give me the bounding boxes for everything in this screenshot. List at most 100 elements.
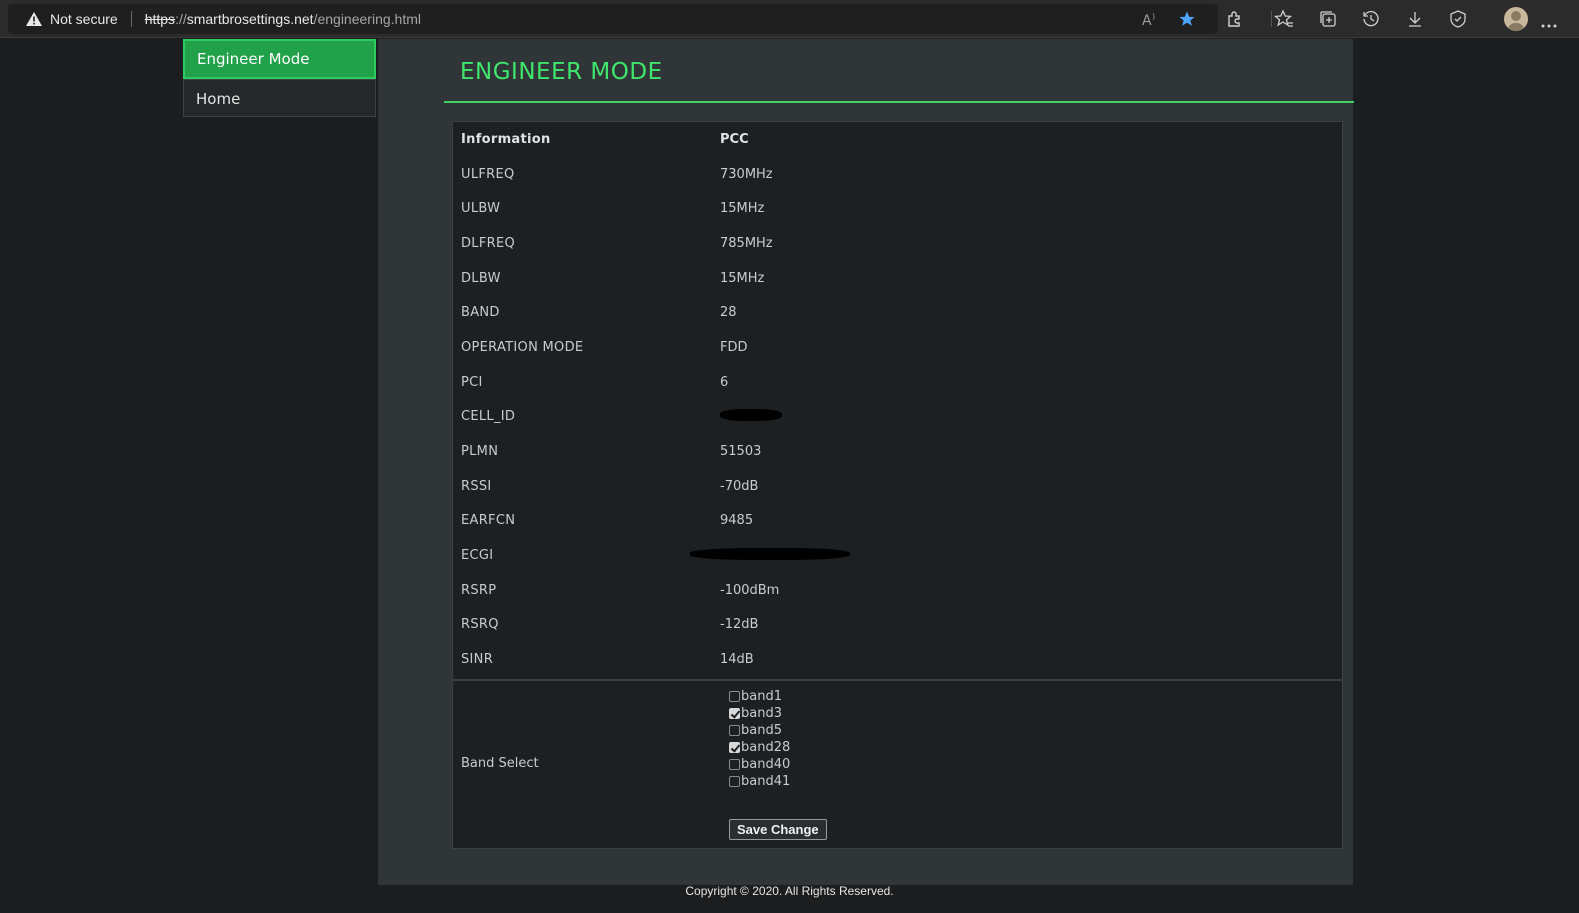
svg-text:): ): [1152, 12, 1155, 21]
url-path: /engineering.html: [313, 11, 421, 27]
band-section-divider: [453, 679, 1342, 681]
header-information: Information: [461, 131, 551, 147]
table-row: CELL_ID: [453, 400, 1342, 435]
url-separator: ://: [175, 11, 187, 27]
table-row: RSSI -70dB: [453, 469, 1342, 504]
band41-checkbox[interactable]: [729, 776, 740, 787]
band-option[interactable]: band1: [729, 688, 790, 705]
engineering-panel: Information PCC ULFREQ 730MHz ULBW 15MHz D…: [452, 121, 1343, 849]
table-header-row: Information PCC: [453, 122, 1342, 157]
band3-checkbox[interactable]: [729, 708, 740, 719]
table-row: RSRP -100dBm: [453, 573, 1342, 608]
info-table: Information PCC ULFREQ 730MHz ULBW 15MHz D…: [453, 122, 1342, 677]
table-row: DLBW 15MHz: [453, 261, 1342, 296]
row-key: SINR: [461, 652, 494, 668]
row-value: 785MHz: [720, 235, 773, 251]
sidebar-item-engineer-mode[interactable]: Engineer Mode: [183, 39, 376, 79]
row-value-redacted: [690, 538, 1342, 573]
row-key: DLFREQ: [461, 235, 516, 251]
row-key: ECGI: [461, 548, 494, 564]
redaction-mark: [690, 547, 850, 560]
row-value: 15MHz: [720, 201, 765, 217]
row-key: CELL_ID: [461, 409, 516, 425]
browser-essentials-icon[interactable]: [1448, 9, 1468, 29]
band40-checkbox[interactable]: [729, 759, 740, 770]
row-value: 28: [720, 305, 737, 321]
row-key: PCI: [461, 374, 483, 390]
row-key: ULBW: [461, 201, 501, 217]
band1-checkbox[interactable]: [729, 691, 740, 702]
downloads-icon[interactable]: [1405, 9, 1425, 29]
url-host: smartbrosettings.net: [186, 11, 314, 27]
url-divider: [130, 11, 132, 27]
row-key: RSRQ: [461, 617, 499, 633]
band-checkbox-list: band1 band3 band5 band28 band40 band41: [729, 688, 790, 790]
row-value: 51503: [720, 444, 762, 460]
band28-checkbox[interactable]: [729, 742, 740, 753]
toolbar-divider: [1271, 11, 1272, 27]
band-option[interactable]: band5: [729, 722, 790, 739]
extensions-icon[interactable]: [1225, 9, 1245, 29]
row-key: EARFCN: [461, 513, 516, 529]
row-value: 14dB: [720, 652, 754, 668]
row-key: BAND: [461, 305, 500, 321]
address-bar[interactable]: Not secure https://smartbrosettings.net/…: [8, 4, 1218, 34]
table-row: BAND 28: [453, 295, 1342, 330]
table-row: PCI 6: [453, 365, 1342, 400]
url-text[interactable]: https://smartbrosettings.net/engineering…: [145, 11, 421, 27]
row-value: -70dB: [720, 478, 759, 494]
row-value-redacted: [720, 400, 1342, 435]
band-option-label: band28: [741, 740, 791, 755]
band-option[interactable]: band28: [729, 739, 790, 756]
title-divider: [444, 101, 1354, 103]
table-row: SINR 14dB: [453, 642, 1342, 677]
row-value: FDD: [720, 339, 748, 355]
band-option-label: band3: [741, 706, 782, 721]
url-scheme: https: [144, 11, 176, 27]
row-value: -12dB: [720, 617, 759, 633]
browser-toolbar: Not secure https://smartbrosettings.net/…: [0, 0, 1579, 38]
band-select-label: Band Select: [461, 756, 539, 771]
collections-icon[interactable]: [1318, 9, 1338, 29]
band-option-label: band5: [741, 723, 782, 738]
band-option[interactable]: band3: [729, 705, 790, 722]
table-row: ULFREQ 730MHz: [453, 157, 1342, 192]
row-value: -100dBm: [720, 582, 780, 598]
sidebar-nav: Engineer Mode Home: [183, 39, 376, 117]
table-row: RSRQ -12dB: [453, 608, 1342, 643]
row-key: PLMN: [461, 444, 499, 460]
history-icon[interactable]: [1361, 9, 1381, 29]
header-pcc: PCC: [720, 131, 749, 147]
warning-icon[interactable]: [24, 9, 44, 29]
band-option[interactable]: band40: [729, 756, 790, 773]
read-aloud-icon[interactable]: A): [1142, 11, 1160, 29]
band-option-label: band40: [741, 757, 791, 772]
row-value: 730MHz: [720, 166, 773, 182]
table-row: ECGI: [453, 538, 1342, 573]
row-value: 9485: [720, 513, 754, 529]
page-title: ENGINEER MODE: [460, 59, 663, 85]
table-row: ULBW 15MHz: [453, 191, 1342, 226]
save-change-button[interactable]: Save Change: [729, 819, 827, 840]
band-option-label: band41: [741, 774, 791, 789]
row-key: OPERATION MODE: [461, 339, 584, 355]
more-options-icon[interactable]: [1541, 14, 1561, 34]
sidebar-item-home[interactable]: Home: [183, 79, 376, 117]
profile-avatar[interactable]: [1504, 7, 1528, 31]
svg-text:A: A: [1142, 13, 1152, 27]
band5-checkbox[interactable]: [729, 725, 740, 736]
security-label[interactable]: Not secure: [50, 11, 118, 27]
favorites-icon[interactable]: [1273, 9, 1294, 29]
row-key: DLBW: [461, 270, 501, 286]
band-option-label: band1: [741, 689, 782, 704]
redaction-mark: [720, 408, 782, 421]
table-row: PLMN 51503: [453, 434, 1342, 469]
row-value: 6: [720, 374, 729, 390]
band-option[interactable]: band41: [729, 773, 790, 790]
row-value: 15MHz: [720, 270, 765, 286]
table-row: EARFCN 9485: [453, 504, 1342, 539]
row-key: ULFREQ: [461, 166, 515, 182]
table-row: DLFREQ 785MHz: [453, 226, 1342, 261]
copyright-footer: Copyright © 2020. All Rights Reserved.: [685, 884, 894, 898]
favorite-star-icon[interactable]: [1178, 10, 1196, 28]
